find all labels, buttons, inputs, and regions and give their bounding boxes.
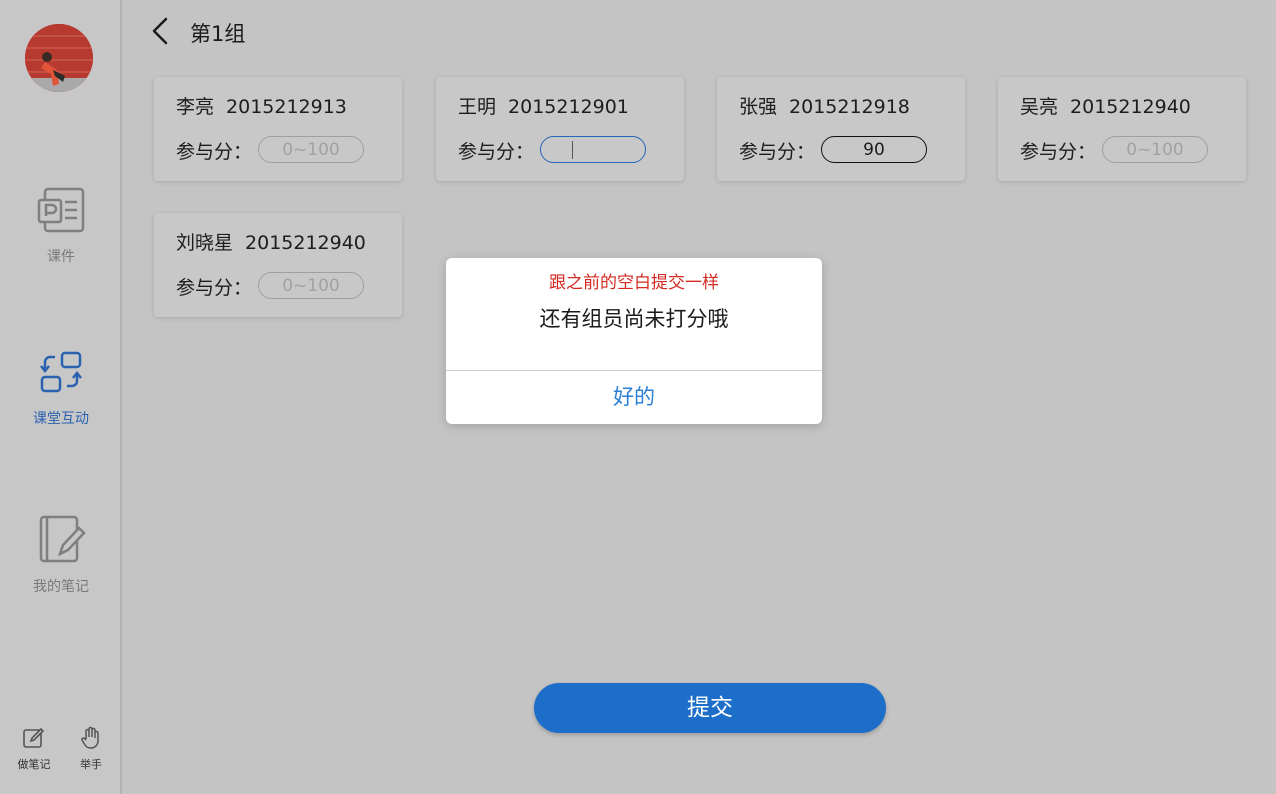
courseware-icon <box>37 187 85 233</box>
nav-label-my-notes: 我的笔记 <box>33 579 89 595</box>
member-card: 吴亮 2015212940 参与分： <box>998 77 1246 181</box>
score-input[interactable] <box>1102 136 1208 163</box>
member-info: 张强 2015212918 <box>739 92 910 119</box>
avatar-photo <box>25 24 93 92</box>
submit-button[interactable]: 提交 <box>534 683 886 733</box>
score-label: 参与分： <box>1020 141 1097 163</box>
dialog-message: 还有组员尚未打分哦 <box>539 307 729 331</box>
member-card: 王明 2015212901 参与分： <box>436 77 684 181</box>
member-id: 2015212901 <box>508 96 629 118</box>
member-id: 2015212940 <box>245 232 366 254</box>
member-id: 2015212940 <box>1070 96 1191 118</box>
score-label: 参与分： <box>176 277 253 299</box>
score-input[interactable] <box>258 272 364 299</box>
member-info: 刘晓星 2015212940 <box>176 228 366 255</box>
sidebar: 课件 课堂互动 我的笔记 做笔记 举手 <box>0 0 122 794</box>
nav-label-courseware: 课件 <box>47 249 75 265</box>
interaction-icon <box>40 351 82 393</box>
nav-label-classroom-interaction: 课堂互动 <box>33 411 89 427</box>
member-card: 张强 2015212918 参与分： <box>717 77 965 181</box>
member-name: 吴亮 <box>1020 96 1059 118</box>
nav-my-notes[interactable]: 我的笔记 <box>0 514 122 596</box>
member-name: 李亮 <box>176 96 215 118</box>
page-title: 第1组 <box>190 22 246 46</box>
avatar[interactable] <box>25 24 93 92</box>
member-card: 李亮 2015212913 参与分： <box>154 77 402 181</box>
take-note-button[interactable]: 做笔记 <box>9 726 59 772</box>
score-input[interactable] <box>821 136 927 163</box>
member-card: 刘晓星 2015212940 参与分： <box>154 213 402 317</box>
score-label: 参与分： <box>458 141 535 163</box>
member-info: 吴亮 2015212940 <box>1020 92 1191 119</box>
member-name: 刘晓星 <box>176 232 234 254</box>
score-input[interactable] <box>540 136 646 163</box>
member-info: 王明 2015212901 <box>458 92 629 119</box>
edit-note-icon <box>23 727 45 748</box>
alert-dialog: 跟之前的空白提交一样 还有组员尚未打分哦 好的 <box>446 258 822 424</box>
member-info: 李亮 2015212913 <box>176 92 347 119</box>
notebook-icon <box>39 515 86 563</box>
score-label: 参与分： <box>176 141 253 163</box>
nav-classroom-interaction[interactable]: 课堂互动 <box>0 350 122 428</box>
raise-hand-label: 举手 <box>80 758 102 771</box>
raise-hand-button[interactable]: 举手 <box>66 726 116 772</box>
score-input[interactable] <box>258 136 364 163</box>
take-note-label: 做笔记 <box>17 758 51 771</box>
nav-courseware[interactable]: 课件 <box>0 186 122 266</box>
member-id: 2015212913 <box>226 96 347 118</box>
member-id: 2015212918 <box>789 96 910 118</box>
score-label: 参与分： <box>739 141 816 163</box>
raise-hand-icon <box>81 726 99 749</box>
text-caret <box>572 141 573 159</box>
member-name: 张强 <box>739 96 778 118</box>
back-button[interactable] <box>148 16 174 46</box>
chevron-left-icon <box>152 17 168 45</box>
dialog-annotation: 跟之前的空白提交一样 <box>549 273 719 293</box>
member-name: 王明 <box>458 96 497 118</box>
dialog-ok-button[interactable]: 好的 <box>446 371 822 424</box>
